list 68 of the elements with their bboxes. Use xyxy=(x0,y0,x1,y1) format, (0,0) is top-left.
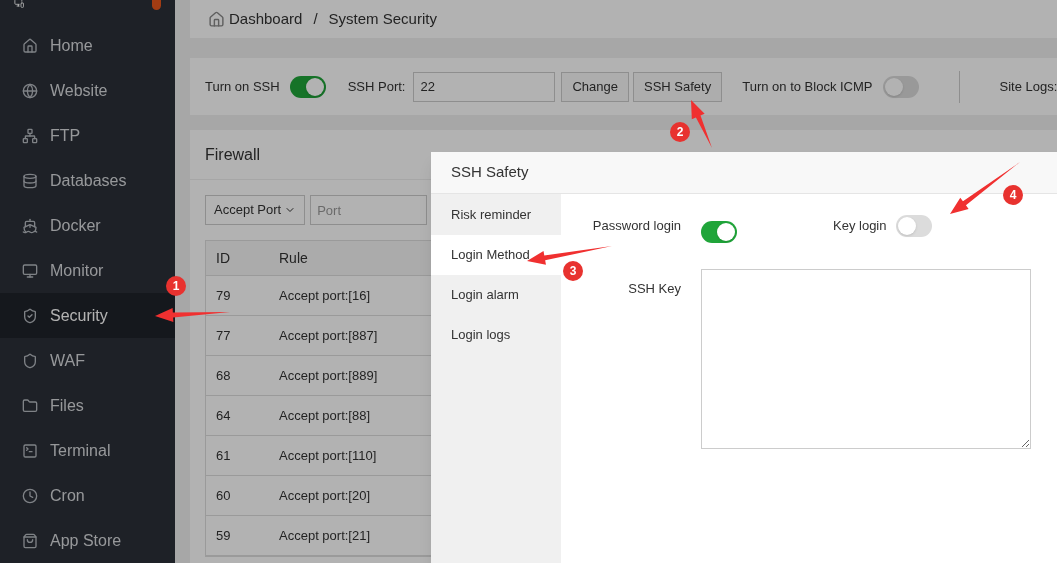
sidebar-item[interactable]: Docker xyxy=(0,203,175,248)
table-cell-text: Accept port:[21] xyxy=(279,526,371,545)
ship-icon xyxy=(22,217,38,234)
port-field[interactable]: 22 xyxy=(413,71,556,102)
dialog-menu-item[interactable]: Login Method xyxy=(431,235,561,275)
change-button[interactable]: Change xyxy=(561,71,629,102)
table-cell-text: 59 xyxy=(215,526,232,545)
table-cell-text: 77 xyxy=(215,326,232,345)
table-cell-text: 60 xyxy=(215,486,232,505)
sidebar-item[interactable]: Home xyxy=(0,23,175,68)
annotation-arrow xyxy=(950,162,1020,214)
dialog-menu-item[interactable]: Login alarm xyxy=(431,275,561,315)
folder-icon xyxy=(22,397,38,414)
port-label: SSH Port: xyxy=(347,77,406,96)
toggle-switch[interactable] xyxy=(701,221,737,243)
breadcrumb-link[interactable]: Dashboard xyxy=(229,7,303,31)
annotation-arrow xyxy=(691,100,712,148)
monitor-icon xyxy=(22,262,38,279)
sidebar-item[interactable]: Databases xyxy=(0,158,175,203)
table-cell-text: 61 xyxy=(215,446,232,465)
column-header: Rule xyxy=(279,248,308,268)
table-cell-text: Accept port:[889] xyxy=(279,366,378,385)
port-input[interactable]: Port xyxy=(310,195,428,225)
sidebar-item[interactable]: Security xyxy=(0,293,175,338)
table-cell-text: Accept port:[110] xyxy=(279,446,377,465)
clock-icon xyxy=(22,487,38,504)
shield-icon xyxy=(22,352,38,369)
bag-icon xyxy=(22,532,38,549)
table-cell-text: Accept port:[16] xyxy=(279,286,371,305)
table-cell-text: 64 xyxy=(215,406,232,425)
password-login-label: Password login xyxy=(591,217,681,236)
table-cell-text: 68 xyxy=(215,366,232,385)
icmp-label: Turn on to Block ICMP xyxy=(742,77,873,96)
column-header: ID xyxy=(215,248,231,268)
toggle-switch[interactable] xyxy=(289,75,326,98)
table-cell-text: Accept port:[88] xyxy=(279,406,371,425)
house-icon xyxy=(208,10,225,28)
ssh-key-label: SSH Key xyxy=(628,280,681,298)
sidebar-item[interactable]: Terminal xyxy=(0,428,175,473)
site-logs-label: Site Logs: xyxy=(999,77,1057,96)
table-cell-text: 79 xyxy=(215,286,232,305)
globe-icon xyxy=(22,82,38,99)
breadcrumb-separator: / xyxy=(312,8,319,29)
breadcrumb-current: System Security xyxy=(328,8,437,29)
ssh-label: Turn on SSH xyxy=(205,77,280,96)
sidebar-item[interactable]: WAF xyxy=(0,338,175,383)
step-badge: 2 xyxy=(670,122,690,142)
dialog-menu-item[interactable]: Risk reminder xyxy=(431,195,561,235)
ssh-key-field[interactable] xyxy=(701,269,1031,449)
sidebar-item[interactable]: App Store xyxy=(0,518,175,563)
table-cell-text: Accept port:[887] xyxy=(279,326,378,345)
shield-check-icon xyxy=(22,307,38,324)
network-icon xyxy=(22,127,38,144)
ssh-safety-button[interactable]: SSH Safety xyxy=(633,71,723,102)
sidebar-item[interactable]: FTP xyxy=(0,113,175,158)
database-icon xyxy=(22,172,38,189)
sidebar-item[interactable]: Files xyxy=(0,383,175,428)
dialog-menu-item[interactable]: Login logs xyxy=(431,315,561,355)
toggle-switch[interactable] xyxy=(882,75,919,98)
step-badge: 1 xyxy=(166,276,186,296)
table-cell-text: Accept port:[20] xyxy=(279,486,371,505)
key-login-label: Key login xyxy=(833,217,887,236)
sidebar-item[interactable]: Cron xyxy=(0,473,175,518)
toggle-switch[interactable] xyxy=(896,215,933,237)
house-icon xyxy=(22,37,38,54)
terminal-icon xyxy=(22,442,38,459)
rule-type-select[interactable]: Accept Port xyxy=(205,195,306,225)
sidebar-item[interactable]: Website xyxy=(0,68,175,113)
